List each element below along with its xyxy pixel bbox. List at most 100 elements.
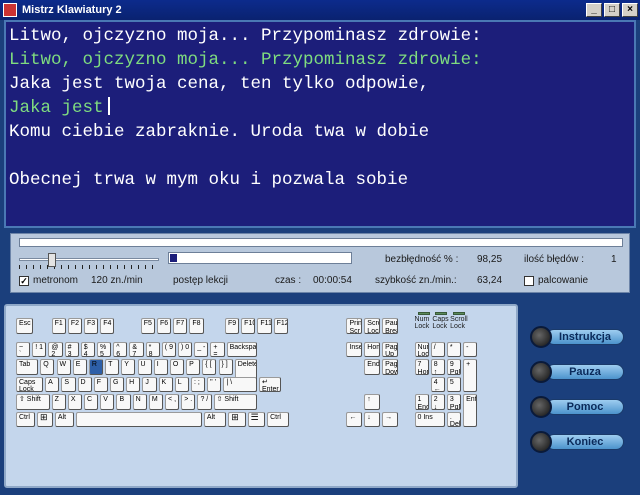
key-f4[interactable]: F4 — [100, 318, 115, 334]
key-r[interactable]: R — [88, 359, 104, 375]
key-[interactable]: ← — [346, 411, 363, 427]
key-4[interactable]: $ 4 — [80, 341, 95, 357]
key-y[interactable]: Y — [121, 359, 136, 375]
key-x[interactable]: X — [67, 394, 83, 410]
metronome-slider[interactable] — [19, 253, 159, 269]
key-j[interactable]: J — [142, 376, 157, 392]
pomoc-button[interactable]: Pomoc — [530, 396, 630, 418]
key-f9[interactable]: F9 — [224, 318, 240, 334]
key-u[interactable]: U — [137, 359, 152, 375]
koniec-button[interactable]: Koniec — [530, 431, 630, 453]
instrukcja-button[interactable]: Instrukcja — [530, 326, 630, 348]
key-pause-break[interactable]: Pause Break — [382, 318, 398, 334]
key-8[interactable]: 8 ↑ — [430, 359, 445, 375]
key-1[interactable]: ! 1 — [32, 341, 47, 357]
key-d[interactable]: D — [77, 376, 92, 392]
key-insert[interactable]: Insert — [346, 341, 363, 357]
key-5[interactable]: % 5 — [97, 341, 112, 357]
key-[interactable]: - — [463, 341, 478, 357]
key-scroll-lock[interactable]: Scroll Lock — [364, 318, 381, 334]
key-caps-lock[interactable]: Caps Lock — [16, 376, 44, 392]
key-w[interactable]: W — [56, 359, 71, 375]
close-button[interactable]: × — [622, 3, 638, 17]
key-ctrl[interactable]: Ctrl — [267, 411, 290, 427]
key-6[interactable]: ^ 6 — [113, 341, 128, 357]
key-f8[interactable]: F8 — [189, 318, 204, 334]
key-3-pgdn[interactable]: 3 PgDn — [446, 394, 462, 410]
key-h[interactable]: H — [126, 376, 141, 392]
key-0-ins[interactable]: 0 Ins — [414, 411, 445, 427]
key-[interactable]: / — [430, 341, 445, 357]
key-k[interactable]: K — [158, 376, 173, 392]
key-[interactable]: > . — [181, 394, 196, 410]
metronome-checkbox[interactable]: ✓ — [19, 276, 29, 286]
key-[interactable]: + = — [210, 341, 225, 357]
key-f12[interactable]: F12 — [273, 318, 288, 334]
key-f[interactable]: F — [93, 376, 108, 392]
finger-checkbox[interactable] — [524, 276, 534, 286]
key-num-lock[interactable]: Num Lock — [414, 341, 429, 357]
win-key[interactable]: ⊞ — [228, 411, 246, 427]
key-ctrl[interactable]: Ctrl — [16, 411, 36, 427]
key-home[interactable]: Home — [364, 341, 381, 357]
key-f7[interactable]: F7 — [173, 318, 188, 334]
key-[interactable]: ? / — [197, 394, 212, 410]
key-[interactable]: : ; — [190, 376, 206, 392]
space-key[interactable] — [75, 411, 202, 427]
key-f1[interactable]: F1 — [51, 318, 66, 334]
key-v[interactable]: V — [100, 394, 115, 410]
key-f10[interactable]: F10 — [241, 318, 256, 334]
key-tab[interactable]: Tab — [16, 359, 39, 375]
key-alt[interactable]: Alt — [54, 411, 74, 427]
key-7[interactable]: & 7 — [129, 341, 144, 357]
key-print-scr[interactable]: Print Scr — [346, 318, 363, 334]
key-page-down[interactable]: Page Down — [382, 359, 398, 375]
key-q[interactable]: Q — [40, 359, 55, 375]
key-f6[interactable]: F6 — [156, 318, 172, 334]
key-1-end[interactable]: 1 End — [414, 394, 429, 410]
key-end[interactable]: End — [364, 359, 381, 375]
menu-key[interactable]: ☰ — [247, 411, 266, 427]
key-9[interactable]: ( 9 — [161, 341, 176, 357]
key-z[interactable]: Z — [51, 394, 66, 410]
minimize-button[interactable]: _ — [586, 3, 602, 17]
key-[interactable]: " ' — [207, 376, 222, 392]
win-key[interactable]: ⊞ — [37, 411, 53, 427]
key-0[interactable]: ) 0 — [178, 341, 193, 357]
key-[interactable]: + — [463, 359, 478, 392]
key-8[interactable]: * 8 — [145, 341, 160, 357]
key-shift[interactable]: ⇧ Shift — [16, 394, 50, 410]
key-f2[interactable]: F2 — [67, 318, 83, 334]
key-2[interactable]: @ 2 — [48, 341, 63, 357]
key-s[interactable]: S — [61, 376, 76, 392]
key-3[interactable]: # 3 — [64, 341, 79, 357]
key-[interactable]: ↑ — [364, 394, 381, 410]
key-[interactable]: → — [382, 411, 398, 427]
key-f5[interactable]: F5 — [140, 318, 155, 334]
key-del[interactable]: . Del — [446, 411, 462, 427]
key-a[interactable]: A — [45, 376, 60, 392]
key-[interactable]: ~ ` — [16, 341, 31, 357]
key-[interactable]: * — [446, 341, 462, 357]
key-page-up[interactable]: Page Up — [382, 341, 398, 357]
key-[interactable]: } ] — [218, 359, 233, 375]
key-[interactable]: _ - — [194, 341, 209, 357]
key-9-pgup[interactable]: 9 PgUp — [446, 359, 462, 375]
key-alt[interactable]: Alt — [203, 411, 227, 427]
key-[interactable]: { [ — [202, 359, 217, 375]
key-shift[interactable]: ⇧ Shift — [213, 394, 257, 410]
key-l[interactable]: L — [174, 376, 189, 392]
key-esc[interactable]: Esc — [16, 318, 34, 334]
key-[interactable]: < , — [165, 394, 180, 410]
typing-text-area[interactable]: Litwo, ojczyzno moja... Przypominasz zdr… — [4, 20, 636, 228]
key-2[interactable]: 2 ↓ — [430, 394, 445, 410]
key-5[interactable]: 5 — [446, 376, 462, 392]
maximize-button[interactable]: □ — [604, 3, 620, 17]
key-o[interactable]: O — [169, 359, 185, 375]
key-enter[interactable]: ↵ Enter — [259, 376, 282, 392]
metronome-slider-thumb[interactable] — [48, 253, 57, 267]
key-backspace[interactable]: Backspace — [226, 341, 257, 357]
key-t[interactable]: T — [105, 359, 120, 375]
key-m[interactable]: M — [148, 394, 164, 410]
key-i[interactable]: I — [153, 359, 168, 375]
